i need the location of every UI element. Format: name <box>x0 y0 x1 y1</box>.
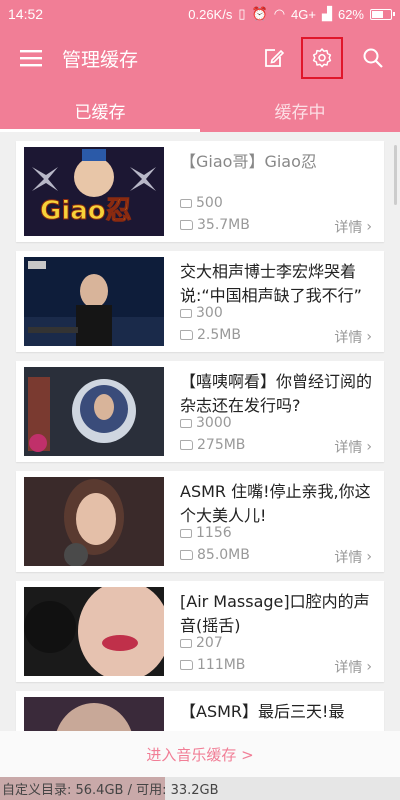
item-title: 【ASMR】最后三天!最 <box>180 702 345 721</box>
danmaku-icon <box>180 528 192 538</box>
video-thumbnail[interactable] <box>24 257 164 346</box>
chevron-right-icon: › <box>366 549 372 565</box>
item-count: 3000 <box>196 415 232 431</box>
item-title: [Air Massage]口腔内的声音(摇舌) <box>180 592 370 635</box>
item-count: 1156 <box>196 525 232 541</box>
music-cache-link[interactable]: 进入音乐缓存 > <box>0 731 400 777</box>
chevron-right-icon: › <box>366 439 372 455</box>
danmaku-icon <box>180 418 192 428</box>
detail-label: 详情 <box>334 220 363 236</box>
list-item[interactable]: Giao忍 【Giao哥】Giao忍 500 35.7MB 详情 › <box>16 141 384 242</box>
folder-icon <box>180 550 193 560</box>
video-thumbnail[interactable] <box>24 477 164 566</box>
item-size: 275MB <box>197 437 246 453</box>
detail-label: 详情 <box>334 660 363 676</box>
item-title: 【嘻咦啊看】你曾经订阅的杂志还在发行吗? <box>180 372 373 415</box>
svg-text:Giao忍: Giao忍 <box>40 196 132 226</box>
danmaku-icon <box>180 308 192 318</box>
detail-link[interactable]: 详情 › <box>334 437 372 457</box>
item-title: 交大相声博士李宏烨哭着说:“中国相声缺了我不行” <box>180 262 362 305</box>
app-bar: 管理缓存 <box>0 28 400 88</box>
item-size: 111MB <box>197 657 246 673</box>
danmaku-icon <box>180 638 192 648</box>
chevron-right-icon: › <box>366 659 372 675</box>
page-title: 管理缓存 <box>62 48 139 71</box>
detail-link[interactable]: 详情 › <box>334 657 372 677</box>
tab-caching[interactable]: 缓存中 <box>200 88 400 132</box>
list-item[interactable]: [Air Massage]口腔内的声音(摇舌) 207 111MB 详情 › <box>16 581 384 682</box>
edit-button[interactable] <box>250 28 298 88</box>
list-item[interactable]: ASMR 住嘴!停止亲我,你这个大美人儿! 1156 85.0MB 详情 › <box>16 471 384 572</box>
network-speed: 0.26K/s <box>188 6 233 22</box>
status-time: 14:52 <box>8 6 44 22</box>
search-button[interactable] <box>346 28 400 88</box>
detail-link[interactable]: 详情 › <box>334 547 372 567</box>
network-type: 4G+ <box>291 6 316 22</box>
search-icon <box>363 48 383 68</box>
menu-icon <box>20 50 42 67</box>
item-title: 【Giao哥】Giao忍 <box>180 152 317 171</box>
detail-link[interactable]: 详情 › <box>334 327 372 347</box>
signal-icon: ▟ <box>321 6 332 21</box>
detail-link[interactable]: 详情 › <box>334 217 372 237</box>
status-bar: 14:52 0.26K/s ▯ ⏰ ◠ 4G+ ▟ 62% <box>0 0 400 28</box>
folder-icon <box>180 220 193 230</box>
folder-icon <box>180 660 193 670</box>
detail-label: 详情 <box>334 440 363 456</box>
gear-icon <box>312 48 332 68</box>
danmaku-icon <box>180 198 192 208</box>
menu-button[interactable] <box>0 28 62 88</box>
item-count: 207 <box>196 635 223 651</box>
list-item[interactable]: 交大相声博士李宏烨哭着说:“中国相声缺了我不行” 300 2.5MB 详情 › <box>16 251 384 352</box>
battery-percent: 62% <box>337 6 364 22</box>
battery-icon <box>370 8 395 20</box>
vibrate-icon: ▯ <box>238 6 246 21</box>
storage-text: 自定义目录: 56.4GB / 可用: 33.2GB <box>2 783 219 798</box>
cache-list: Giao忍 【Giao哥】Giao忍 500 35.7MB 详情 › 交大相声博士… <box>16 141 384 800</box>
video-thumbnail[interactable]: Giao忍 <box>24 147 164 236</box>
item-size: 35.7MB <box>197 217 250 233</box>
settings-highlight <box>301 37 343 79</box>
folder-icon <box>180 330 193 340</box>
video-thumbnail[interactable] <box>24 587 164 676</box>
wifi-icon: ◠ <box>273 6 286 21</box>
list-item[interactable]: 【嘻咦啊看】你曾经订阅的杂志还在发行吗? 3000 275MB 详情 › <box>16 361 384 462</box>
item-size: 2.5MB <box>197 327 241 343</box>
storage-bar: 自定义目录: 56.4GB / 可用: 33.2GB <box>0 777 400 800</box>
item-size: 85.0MB <box>197 547 250 563</box>
item-title: ASMR 住嘴!停止亲我,你这个大美人儿! <box>180 482 371 525</box>
chevron-right-icon: › <box>366 219 372 235</box>
tab-bar: 已缓存 缓存中 <box>0 88 400 132</box>
edit-icon <box>265 49 285 67</box>
detail-label: 详情 <box>334 550 363 566</box>
detail-label: 详情 <box>334 330 363 346</box>
scrollbar[interactable] <box>394 145 397 205</box>
item-count: 500 <box>196 195 223 211</box>
folder-icon <box>180 440 193 450</box>
settings-button[interactable] <box>298 28 346 88</box>
tab-cached[interactable]: 已缓存 <box>0 88 200 132</box>
item-count: 300 <box>196 305 223 321</box>
video-thumbnail[interactable] <box>24 367 164 456</box>
chevron-right-icon: › <box>366 329 372 345</box>
alarm-icon: ⏰ <box>251 6 268 21</box>
